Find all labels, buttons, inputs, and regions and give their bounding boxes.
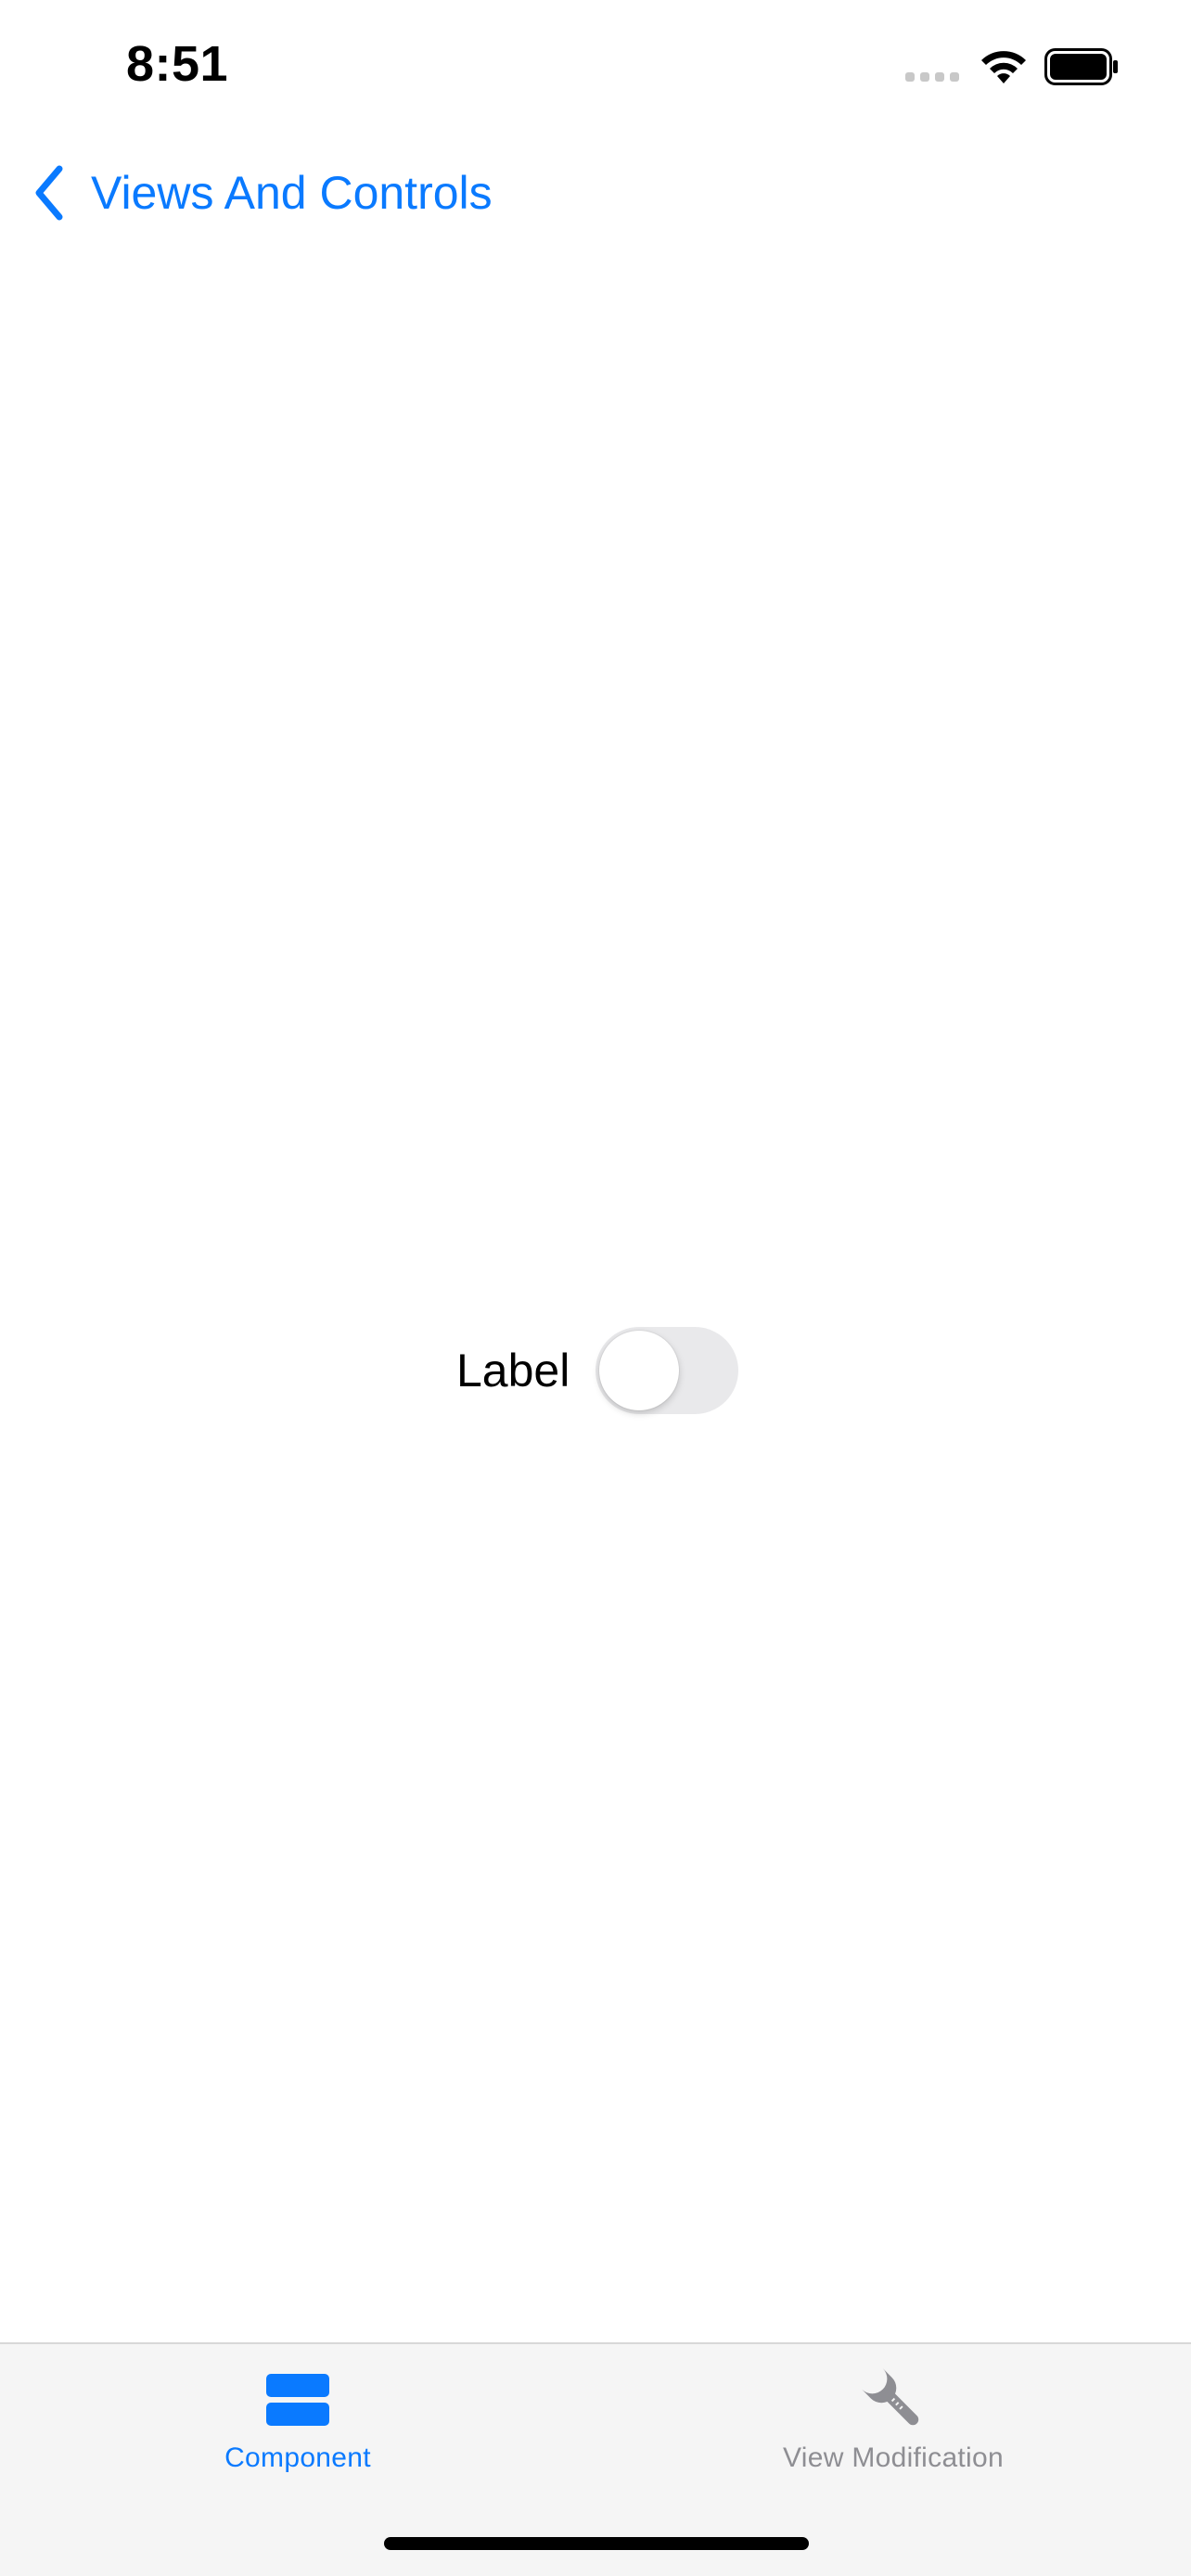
wrench-icon	[862, 2368, 919, 2426]
battery-icon	[1044, 48, 1118, 85]
toggle-knob	[599, 1331, 680, 1410]
toggle-switch[interactable]	[596, 1327, 739, 1414]
tab-component[interactable]: Component	[0, 2344, 596, 2511]
status-time: 8:51	[126, 36, 229, 92]
cellular-signal-icon	[905, 72, 959, 82]
chevron-left-icon	[35, 165, 63, 221]
toggle-row: Label	[456, 1326, 739, 1415]
wifi-icon	[981, 51, 1026, 83]
toggle-label: Label	[456, 1345, 570, 1396]
back-button[interactable]: Views And Controls	[32, 158, 493, 228]
back-button-label: Views And Controls	[91, 167, 493, 219]
status-bar: 8:51	[0, 0, 1191, 130]
stacked-rectangles-icon	[266, 2374, 329, 2426]
tab-component-label: Component	[224, 2442, 371, 2473]
home-indicator[interactable]	[384, 2537, 809, 2550]
tab-view-modification-label: View Modification	[783, 2442, 1004, 2473]
tab-view-modification[interactable]: View Modification	[596, 2344, 1191, 2511]
